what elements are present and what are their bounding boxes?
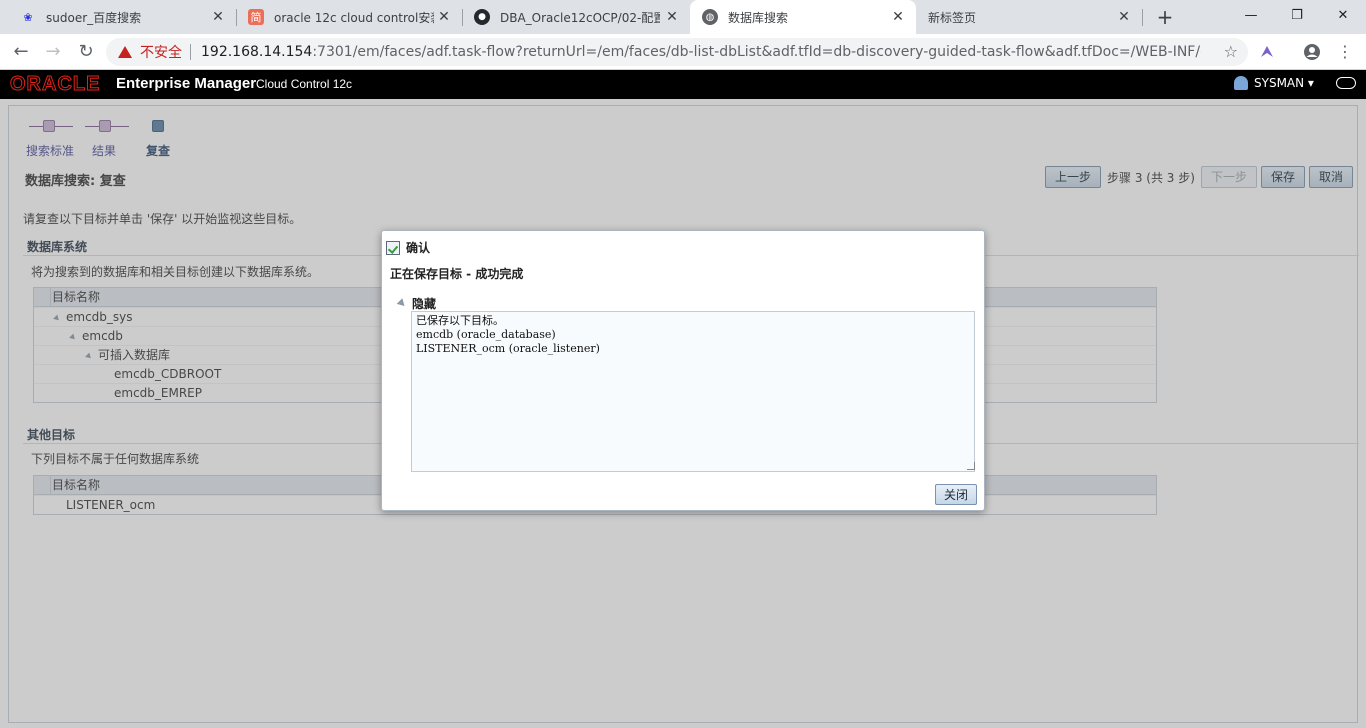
browser-toolbar: ← → ↻ 不安全 192.168.14.154:7301/em/faces/a… <box>0 34 1366 70</box>
tab-close-icon[interactable]: ✕ <box>890 9 906 25</box>
global-menu-icon[interactable] <box>1336 77 1356 89</box>
tab-close-icon[interactable]: ✕ <box>1116 9 1132 25</box>
browser-tab-strip: ❀ sudoer_百度搜索 ✕ 简 oracle 12c cloud contr… <box>0 0 1366 34</box>
details-textarea[interactable]: 已保存以下目标。 emcdb (oracle_database) LISTENE… <box>411 311 975 472</box>
forward-arrow-icon[interactable]: → <box>42 41 64 63</box>
globe-icon: ◍ <box>702 9 718 25</box>
close-window-button[interactable]: ✕ <box>1320 0 1366 30</box>
dialog-message: 正在保存目标 - 成功完成 <box>390 267 524 281</box>
dialog-header: 确认 <box>386 239 430 256</box>
paw-icon: ❀ <box>23 10 33 24</box>
restore-button[interactable]: ❐ <box>1274 0 1320 30</box>
em-header: ORACLE Enterprise Manager Cloud Control … <box>0 70 1366 99</box>
tab-title: 新标签页 <box>928 10 977 25</box>
warning-icon <box>118 46 132 58</box>
minimize-button[interactable]: — <box>1228 0 1274 30</box>
extension-icon[interactable] <box>1258 43 1276 61</box>
insecure-label: 不安全 <box>140 45 182 61</box>
back-arrow-icon[interactable]: ← <box>10 41 32 63</box>
checklist-icon <box>386 240 400 255</box>
confirmation-dialog: 确认 正在保存目标 - 成功完成 隐藏 已保存以下目标。 emcdb (orac… <box>381 230 985 511</box>
tab-title: 数据库搜索 <box>728 10 789 25</box>
reload-icon[interactable]: ↻ <box>75 41 97 63</box>
tab-title: DBA_Oracle12cOCP/02-配置 <box>500 10 660 25</box>
user-menu[interactable]: SYSMAN ▾ <box>1234 76 1314 90</box>
address-bar[interactable]: 不安全 192.168.14.154:7301/em/faces/adf.tas… <box>106 38 1248 66</box>
tab-jianshu[interactable]: 简 oracle 12c cloud control安装 ✕ <box>236 0 462 34</box>
resize-handle-icon[interactable] <box>967 462 975 470</box>
disclosure-triangle-icon <box>396 298 408 309</box>
tab-divider <box>1142 9 1143 26</box>
url-text: 192.168.14.154:7301/em/faces/adf.task-fl… <box>201 44 1201 60</box>
url-path: :7301/em/faces/adf.task-flow?returnUrl=/… <box>312 44 1201 60</box>
tab-github[interactable]: ● DBA_Oracle12cOCP/02-配置 ✕ <box>462 0 690 34</box>
product-name: Enterprise Manager <box>116 75 257 92</box>
tab-close-icon[interactable]: ✕ <box>210 9 226 25</box>
oracle-logo: ORACLE <box>9 73 101 95</box>
github-icon: ● <box>474 9 490 25</box>
tab-close-icon[interactable]: ✕ <box>664 9 680 25</box>
product-subtitle: Cloud Control 12c <box>256 77 353 91</box>
disclosure-label: 隐藏 <box>412 297 437 311</box>
url-host: 192.168.14.154 <box>201 44 313 60</box>
new-tab-button[interactable]: + <box>1155 7 1175 27</box>
tab-title: oracle 12c cloud control安装 <box>274 10 434 25</box>
user-name: SYSMAN ▾ <box>1254 76 1314 90</box>
bookmark-star-icon[interactable]: ☆ <box>1224 42 1238 61</box>
tab-baidu[interactable]: ❀ sudoer_百度搜索 ✕ <box>8 0 236 34</box>
jian-icon: 简 <box>248 9 264 25</box>
omnibox-divider <box>190 44 191 60</box>
tab-title: sudoer_百度搜索 <box>46 10 142 25</box>
profile-avatar-icon[interactable] <box>1303 43 1321 61</box>
hide-details-toggle[interactable]: 隐藏 <box>396 295 437 312</box>
user-icon <box>1234 76 1248 90</box>
close-button[interactable]: 关闭 <box>935 484 978 505</box>
tab-db-search[interactable]: ◍ 数据库搜索 ✕ <box>690 0 916 34</box>
tab-new-tab-page[interactable]: 新标签页 ✕ <box>916 0 1142 34</box>
dialog-title: 确认 <box>406 241 431 255</box>
tab-close-icon[interactable]: ✕ <box>436 9 452 25</box>
browser-menu-icon[interactable]: ⋮ <box>1334 41 1356 63</box>
